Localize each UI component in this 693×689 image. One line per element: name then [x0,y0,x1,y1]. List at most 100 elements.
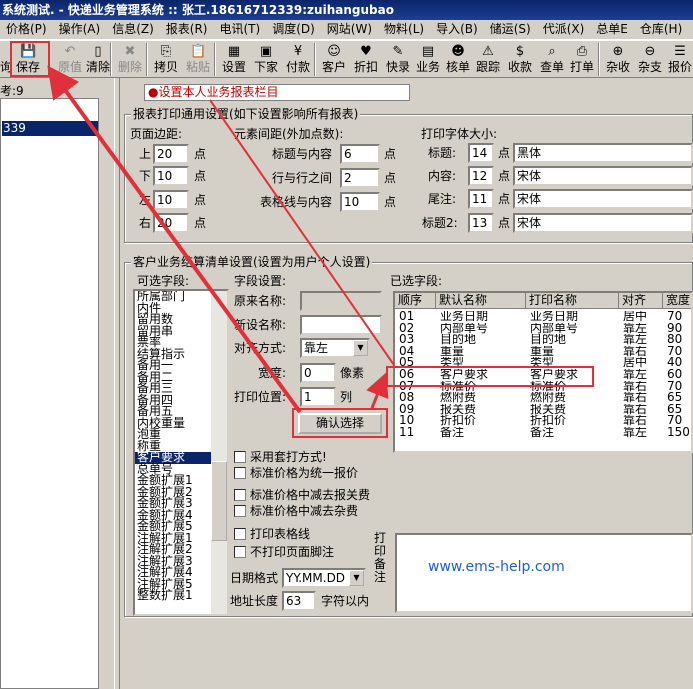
font-size-input[interactable]: 11 [468,189,494,209]
toolbar-delete-x-button[interactable]: ✖ 删除 [114,41,146,77]
toolbar-collect-money-button[interactable]: $ 收款 [504,41,536,77]
address-length-input[interactable]: 63 [282,591,316,611]
font-size-input[interactable]: 14 [468,143,494,163]
menu-item[interactable]: 价格(P) [0,20,53,39]
grid-cell[interactable]: 报关费 [440,404,526,416]
option-checkbox[interactable]: 标准价格中减去杂费 [234,504,358,518]
margin-top-input[interactable]: 20 [153,144,189,164]
grid-cell[interactable]: 备注 [530,427,619,439]
margin-right-input[interactable]: 20 [153,213,189,233]
grid-cell[interactable]: 内部单号 [530,323,619,335]
toolbar-track-button[interactable]: ⚠ 跟踪 [472,41,504,77]
grid-cell[interactable]: 业务日期 [440,311,526,323]
grid-cell[interactable]: 重量 [530,346,619,358]
grid-cell[interactable]: 70 [667,415,691,427]
font-name-input[interactable]: 宋体 [513,166,693,186]
font-name-input[interactable]: 黑体 [513,143,693,163]
option-checkbox[interactable]: 采用套打方式! [234,450,327,464]
grid-cell[interactable]: 内部单号 [440,323,526,335]
grid-cell[interactable]: 居中 [623,311,663,323]
grid-cell[interactable]: 70 [667,346,691,358]
grid-cell[interactable]: 靠右 [623,404,663,416]
font-size-input[interactable]: 12 [468,166,494,186]
option-checkbox[interactable]: 标准价格为统一报价 [234,466,358,480]
option-checkbox[interactable]: 标准价格中减去报关费 [234,488,370,502]
grid-cell[interactable]: 居中 [623,357,663,369]
grid-cell[interactable]: 09 [399,404,436,416]
left-list[interactable]: 339 [0,98,99,689]
menu-item[interactable]: 报表(R) [160,20,214,39]
checkbox-box[interactable] [234,489,246,501]
toolbar-paste-button[interactable]: 📋 粘贴 [182,41,214,77]
grid-cell[interactable]: 40 [667,357,691,369]
toolbar-print-order-button[interactable]: ⎙ 打单 [566,41,598,77]
grid-cell[interactable]: 150 [667,427,691,439]
grid-cell[interactable]: 11 [399,427,436,439]
grid-cell[interactable]: 重量 [440,346,526,358]
toolbar-misc-expense-button[interactable]: ⊖ 杂支 [634,41,666,77]
font-name-input[interactable]: 宋体 [513,189,693,209]
menu-item[interactable]: 调度(D) [266,20,321,39]
grid-cell[interactable]: 65 [667,404,691,416]
grid-cell[interactable]: 目的地 [530,334,619,346]
vertical-splitter[interactable] [114,78,120,689]
grid-cell[interactable]: 靠右 [623,381,663,393]
grid-cell[interactable]: 70 [667,381,691,393]
grid-column-header[interactable]: 顺序 [395,293,436,309]
grid-cell[interactable]: 靠左 [623,369,663,381]
grid-cell[interactable]: 靠右 [623,392,663,404]
toolbar-payment-button[interactable]: ¥ 付款 [282,41,314,77]
menu-item[interactable]: 信息(Z) [106,20,160,39]
menu-item[interactable]: 储运(S) [484,20,537,39]
print-position-input[interactable]: 1 [300,387,336,407]
toolbar-partial-button[interactable]: 询 [0,41,12,77]
checkbox-box[interactable] [234,546,246,558]
grid-column-header[interactable]: 打印名称 [526,293,619,309]
grid-cell[interactable]: 报关费 [530,404,619,416]
menu-item[interactable]: 网站(W) [321,20,378,39]
grid-cell[interactable]: 08 [399,392,436,404]
grid-cell[interactable]: 65 [667,392,691,404]
menu-item[interactable]: 电讯(T) [213,20,266,39]
toolbar-discount-heart-button[interactable]: ♥ 折扣 [350,41,382,77]
grid-cell[interactable]: 01 [399,311,436,323]
checkbox-box[interactable] [234,467,246,479]
grid-cell[interactable]: 70 [667,311,691,323]
new-name-input[interactable] [300,315,382,335]
grid-cell[interactable]: 折扣价 [440,415,526,427]
align-select[interactable]: 靠左 ▼ [300,338,370,358]
grid-cell[interactable]: 燃附费 [440,392,526,404]
toolbar-copy-button[interactable]: ⎘ 拷贝 [150,41,182,77]
left-list-selected-item[interactable]: 339 [2,121,98,136]
table-content-input[interactable]: 10 [340,192,380,212]
grid-column-header[interactable]: 默认名称 [436,293,526,309]
margin-bottom-input[interactable]: 10 [153,166,189,186]
grid-column-header[interactable]: 对齐 [619,293,663,309]
font-size-input[interactable]: 13 [468,213,494,233]
grid-cell[interactable]: 靠左 [623,323,663,335]
option-checkbox[interactable]: 不打印页面脚注 [234,545,334,559]
grid-cell[interactable]: 靠左 [623,427,663,439]
grid-cell[interactable]: 折扣价 [530,415,619,427]
available-fields-list[interactable]: 所属部门 内件 留用数 留用串 票率 结算指示 备用一 备用二 备用三 备用四 备用五 内校重量 泡重称… [133,289,229,616]
grid-cell[interactable]: 备注 [440,427,526,439]
toolbar-business-button[interactable]: ▤ 业务 [412,41,444,77]
grid-cell[interactable]: 02 [399,323,436,335]
toolbar-customer-button[interactable]: ☺ 客户 [318,41,350,77]
width-input[interactable]: 0 [300,363,336,383]
option-checkbox[interactable]: 打印表格线 [234,527,310,541]
menu-item[interactable]: 仓库(H) [634,20,688,39]
toolbar-next-station-button[interactable]: ▣ 下家 [250,41,282,77]
checkbox-box[interactable] [234,528,246,540]
checkbox-box[interactable] [234,505,246,517]
grid-cell[interactable]: 目的地 [440,334,526,346]
menu-item[interactable]: 代派(X) [537,20,591,39]
toolbar-misc-income-button[interactable]: ⊕ 杂收 [602,41,634,77]
grid-cell[interactable]: 靠右 [623,415,663,427]
menu-item[interactable]: 操作(A) [53,20,107,39]
font-name-input[interactable]: 宋体 [513,213,693,233]
margin-left-input[interactable]: 10 [153,190,189,210]
menu-item[interactable]: 导入(B) [430,20,484,39]
grid-cell[interactable]: 业务日期 [530,311,619,323]
checkbox-box[interactable] [234,451,246,463]
